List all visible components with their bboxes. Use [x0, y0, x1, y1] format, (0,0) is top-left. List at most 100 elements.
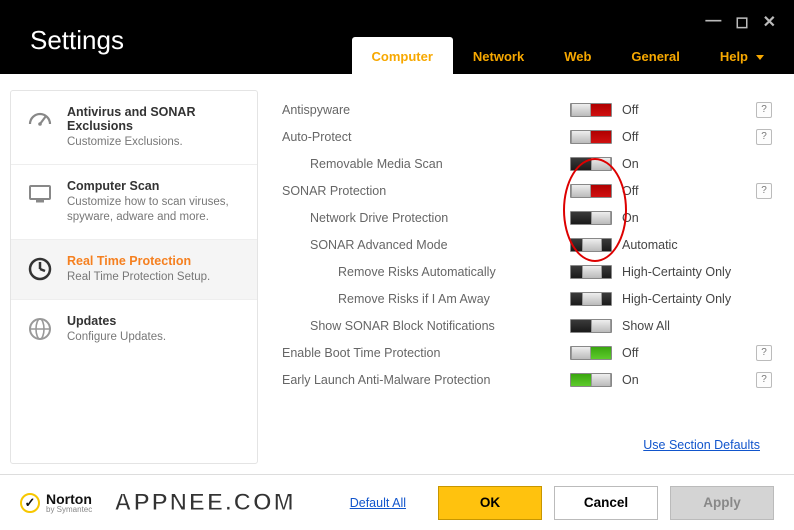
setting-row: Removable Media Scan On [282, 150, 772, 177]
setting-row: SONAR Advanced ModeAutomatic [282, 231, 772, 258]
settings-window: Settings — ◻ ✕ Computer Network Web Gene… [0, 0, 794, 530]
setting-control: Off? [570, 129, 772, 145]
watermark-text: APPNEE.COM [114, 489, 295, 517]
toggle-switch[interactable] [570, 211, 612, 225]
brand-subtitle: by Symantec [46, 506, 92, 514]
setting-label: Remove Risks if I Am Away [282, 292, 490, 306]
tab-bar: Computer Network Web General Help [352, 37, 775, 74]
toggle-value-label: On [622, 373, 742, 387]
sidebar: Antivirus and SONAR Exclusions Customize… [10, 90, 258, 464]
setting-label: Show SONAR Block Notifications [282, 319, 495, 333]
toggle-value-label: Off [622, 346, 742, 360]
footer: ✓ Norton by Symantec APPNEE.COM Default … [0, 474, 794, 530]
gauge-icon [25, 105, 55, 135]
cancel-button[interactable]: Cancel [554, 486, 658, 520]
sidebar-item-computer-scan[interactable]: Computer Scan Customize how to scan viru… [11, 165, 257, 240]
toggle-value-label: Automatic [622, 238, 742, 252]
setting-row: Show SONAR Block Notifications Show All [282, 312, 772, 339]
toggle-switch[interactable] [570, 130, 612, 144]
toggle-switch[interactable] [570, 238, 612, 252]
sidebar-item-label: Real Time Protection [67, 254, 210, 268]
toggle-value-label: Show All [622, 319, 742, 333]
setting-label: Enable Boot Time Protection [282, 346, 440, 360]
help-icon[interactable]: ? [756, 102, 772, 118]
setting-label: Removable Media Scan [282, 157, 443, 171]
tab-network[interactable]: Network [453, 37, 544, 74]
toggle-switch[interactable] [570, 265, 612, 279]
setting-label: SONAR Protection [282, 184, 386, 198]
setting-control: Automatic [570, 238, 772, 252]
toggle-switch[interactable] [570, 319, 612, 333]
setting-row: Remove Risks if I Am Away High-Certainty … [282, 285, 772, 312]
setting-control: High-Certainty Only [570, 265, 772, 279]
sidebar-item-realtime[interactable]: Real Time Protection Real Time Protectio… [11, 240, 257, 300]
check-icon: ✓ [20, 493, 40, 513]
setting-row: Network Drive Protection On [282, 204, 772, 231]
ok-button[interactable]: OK [438, 486, 542, 520]
setting-row: Early Launch Anti-Malware Protection On? [282, 366, 772, 393]
titlebar: Settings — ◻ ✕ Computer Network Web Gene… [0, 0, 794, 74]
globe-icon [25, 314, 55, 344]
toggle-value-label: Off [622, 130, 742, 144]
help-icon[interactable]: ? [756, 345, 772, 361]
page-title: Settings [0, 25, 124, 74]
sidebar-item-label: Updates [67, 314, 166, 328]
toggle-switch[interactable] [570, 292, 612, 306]
toggle-value-label: On [622, 211, 742, 225]
window-controls: — ◻ ✕ [705, 12, 776, 32]
toggle-switch[interactable] [570, 157, 612, 171]
setting-control: On [570, 157, 772, 171]
maximize-button[interactable]: ◻ [735, 12, 748, 32]
help-icon[interactable]: ? [756, 372, 772, 388]
toggle-value-label: Off [622, 184, 742, 198]
help-icon[interactable]: ? [756, 183, 772, 199]
sidebar-item-desc: Customize Exclusions. [67, 135, 243, 150]
setting-label: Network Drive Protection [282, 211, 448, 225]
toggle-value-label: High-Certainty Only [622, 265, 742, 279]
toggle-switch[interactable] [570, 103, 612, 117]
sidebar-item-desc: Configure Updates. [67, 330, 166, 345]
minimize-button[interactable]: — [705, 12, 721, 32]
tab-computer[interactable]: Computer [352, 37, 453, 74]
toggle-switch[interactable] [570, 373, 612, 387]
brand-name: Norton [46, 492, 92, 506]
setting-control: On? [570, 372, 772, 388]
toggle-value-label: Off [622, 103, 742, 117]
setting-control: Show All [570, 319, 772, 333]
use-section-defaults-link[interactable]: Use Section Defaults [643, 438, 760, 452]
toggle-switch[interactable] [570, 346, 612, 360]
setting-control: Off? [570, 183, 772, 199]
default-all-link[interactable]: Default All [350, 496, 406, 510]
sidebar-item-exclusions[interactable]: Antivirus and SONAR Exclusions Customize… [11, 91, 257, 165]
close-button[interactable]: ✕ [763, 12, 776, 32]
setting-control: High-Certainty Only [570, 292, 772, 306]
setting-row: Enable Boot Time Protection Off? [282, 339, 772, 366]
apply-button: Apply [670, 486, 774, 520]
setting-row: Antispyware Off? [282, 96, 772, 123]
clock-icon [25, 254, 55, 284]
sidebar-item-desc: Real Time Protection Setup. [67, 270, 210, 285]
sidebar-item-updates[interactable]: Updates Configure Updates. [11, 300, 257, 359]
toggle-switch[interactable] [570, 184, 612, 198]
setting-control: On [570, 211, 772, 225]
tab-web[interactable]: Web [544, 37, 611, 74]
norton-logo: ✓ Norton by Symantec [20, 492, 92, 514]
setting-label: Auto-Protect [282, 130, 351, 144]
setting-control: Off? [570, 345, 772, 361]
sidebar-item-desc: Customize how to scan viruses, spyware, … [67, 195, 243, 225]
setting-label: Remove Risks Automatically [282, 265, 496, 279]
monitor-icon [25, 179, 55, 209]
content-area: Antivirus and SONAR Exclusions Customize… [0, 74, 794, 474]
help-icon[interactable]: ? [756, 129, 772, 145]
setting-row: Auto-Protect Off? [282, 123, 772, 150]
toggle-value-label: On [622, 157, 742, 171]
tab-general[interactable]: General [611, 37, 699, 74]
toggle-value-label: High-Certainty Only [622, 292, 742, 306]
tab-help[interactable]: Help [700, 37, 774, 74]
setting-row: SONAR Protection Off? [282, 177, 772, 204]
sidebar-item-label: Computer Scan [67, 179, 243, 193]
setting-label: Early Launch Anti-Malware Protection [282, 373, 490, 387]
settings-panel: Antispyware Off? Auto-Protect Off? Removable… [258, 90, 784, 464]
setting-label: Antispyware [282, 103, 350, 117]
sidebar-item-label: Antivirus and SONAR Exclusions [67, 105, 243, 133]
